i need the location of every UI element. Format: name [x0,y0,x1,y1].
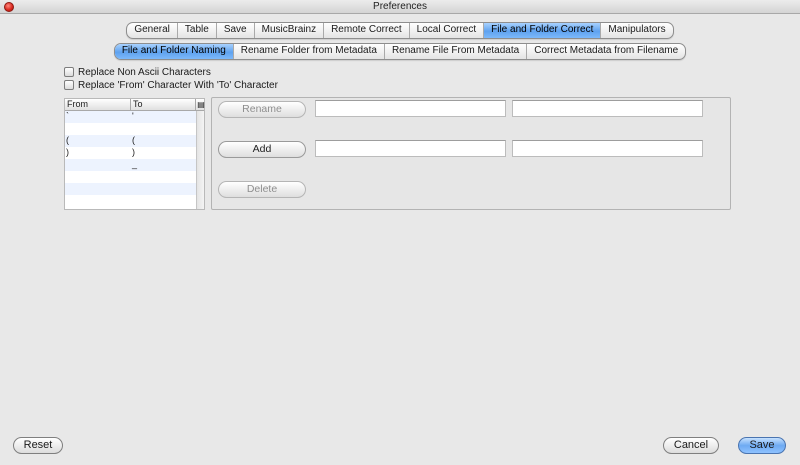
table-row[interactable] [65,195,196,207]
window-title: Preferences [373,1,427,12]
from-character-field[interactable] [315,100,506,117]
tab-manipulators[interactable]: Manipulators [600,23,672,38]
table-cell-from[interactable]: ) [65,147,131,159]
delete-button[interactable]: Delete [218,181,306,198]
column-header-to[interactable]: To [131,99,196,110]
reset-button[interactable]: Reset [13,437,63,454]
tab-musicbrainz[interactable]: MusicBrainz [253,23,323,38]
subtab-file-and-folder-naming[interactable]: File and Folder Naming [114,44,233,59]
table-vertical-scrollbar[interactable] [196,111,204,209]
table-cell-to[interactable] [131,183,196,195]
table-row[interactable]: )) [65,147,196,159]
column-menu-icon: ▤ [197,99,205,109]
table-cell-from[interactable]: ( [65,135,131,147]
replace-non-ascii-option[interactable]: Replace Non Ascii Characters [64,66,211,78]
table-row[interactable] [65,123,196,135]
table-row[interactable]: ` ' [65,111,196,123]
tab-save[interactable]: Save [215,23,254,38]
tab-file-and-folder-correct[interactable]: File and Folder Correct [483,23,601,38]
new-from-character-field[interactable] [315,140,506,157]
replace-from-to-label: Replace 'From' Character With 'To' Chara… [78,79,278,91]
replace-from-to-checkbox[interactable] [64,80,74,90]
table-cell-from[interactable] [65,195,131,207]
table-cell-from[interactable]: ` [65,111,131,123]
subtab-rename-folder-from-metadata[interactable]: Rename Folder from Metadata [232,44,384,59]
table-cell-to[interactable]: ( [131,135,196,147]
subtab-rename-file-from-metadata[interactable]: Rename File From Metadata [383,44,526,59]
subtab-correct-metadata-from-filename[interactable]: Correct Metadata from Filename [526,44,685,59]
table-cell-to[interactable]: _ [131,159,196,171]
character-replacement-table: From To ▤ ` ' (( )) _ [64,98,205,210]
table-cell-to[interactable]: ' [131,111,196,123]
replace-from-to-option[interactable]: Replace 'From' Character With 'To' Chara… [64,79,278,91]
rename-button[interactable]: Rename [218,101,306,118]
table-row[interactable]: _ [65,159,196,171]
replace-non-ascii-checkbox[interactable] [64,67,74,77]
main-tab-bar: General Table Save MusicBrainz Remote Co… [0,22,800,39]
column-header-from[interactable]: From [65,99,131,110]
table-header: From To ▤ [65,99,205,111]
cancel-button[interactable]: Cancel [663,437,719,454]
replace-non-ascii-label: Replace Non Ascii Characters [78,66,211,78]
table-cell-from[interactable] [65,159,131,171]
sub-tab-bar: File and Folder Naming Rename Folder fro… [0,43,800,60]
table-cell-from[interactable] [65,171,131,183]
save-button[interactable]: Save [738,437,786,454]
table-cell-to[interactable] [131,123,196,135]
table-cell-from[interactable] [65,183,131,195]
table-row[interactable] [65,183,196,195]
column-menu-button[interactable]: ▤ [196,99,205,110]
to-character-field[interactable] [512,100,703,117]
table-cell-to[interactable]: ) [131,147,196,159]
table-body: ` ' (( )) _ [65,111,196,207]
table-cell-from[interactable] [65,123,131,135]
new-to-character-field[interactable] [512,140,703,157]
title-bar: Preferences [0,0,800,14]
add-button[interactable]: Add [218,141,306,158]
table-cell-to[interactable] [131,171,196,183]
tab-remote-correct[interactable]: Remote Correct [323,23,409,38]
tab-table[interactable]: Table [176,23,216,38]
tab-general[interactable]: General [127,23,177,38]
table-row[interactable]: (( [65,135,196,147]
table-row[interactable] [65,171,196,183]
tab-local-correct[interactable]: Local Correct [408,23,483,38]
edit-entry-panel: Rename Add Delete [211,97,731,210]
table-cell-to[interactable] [131,195,196,207]
